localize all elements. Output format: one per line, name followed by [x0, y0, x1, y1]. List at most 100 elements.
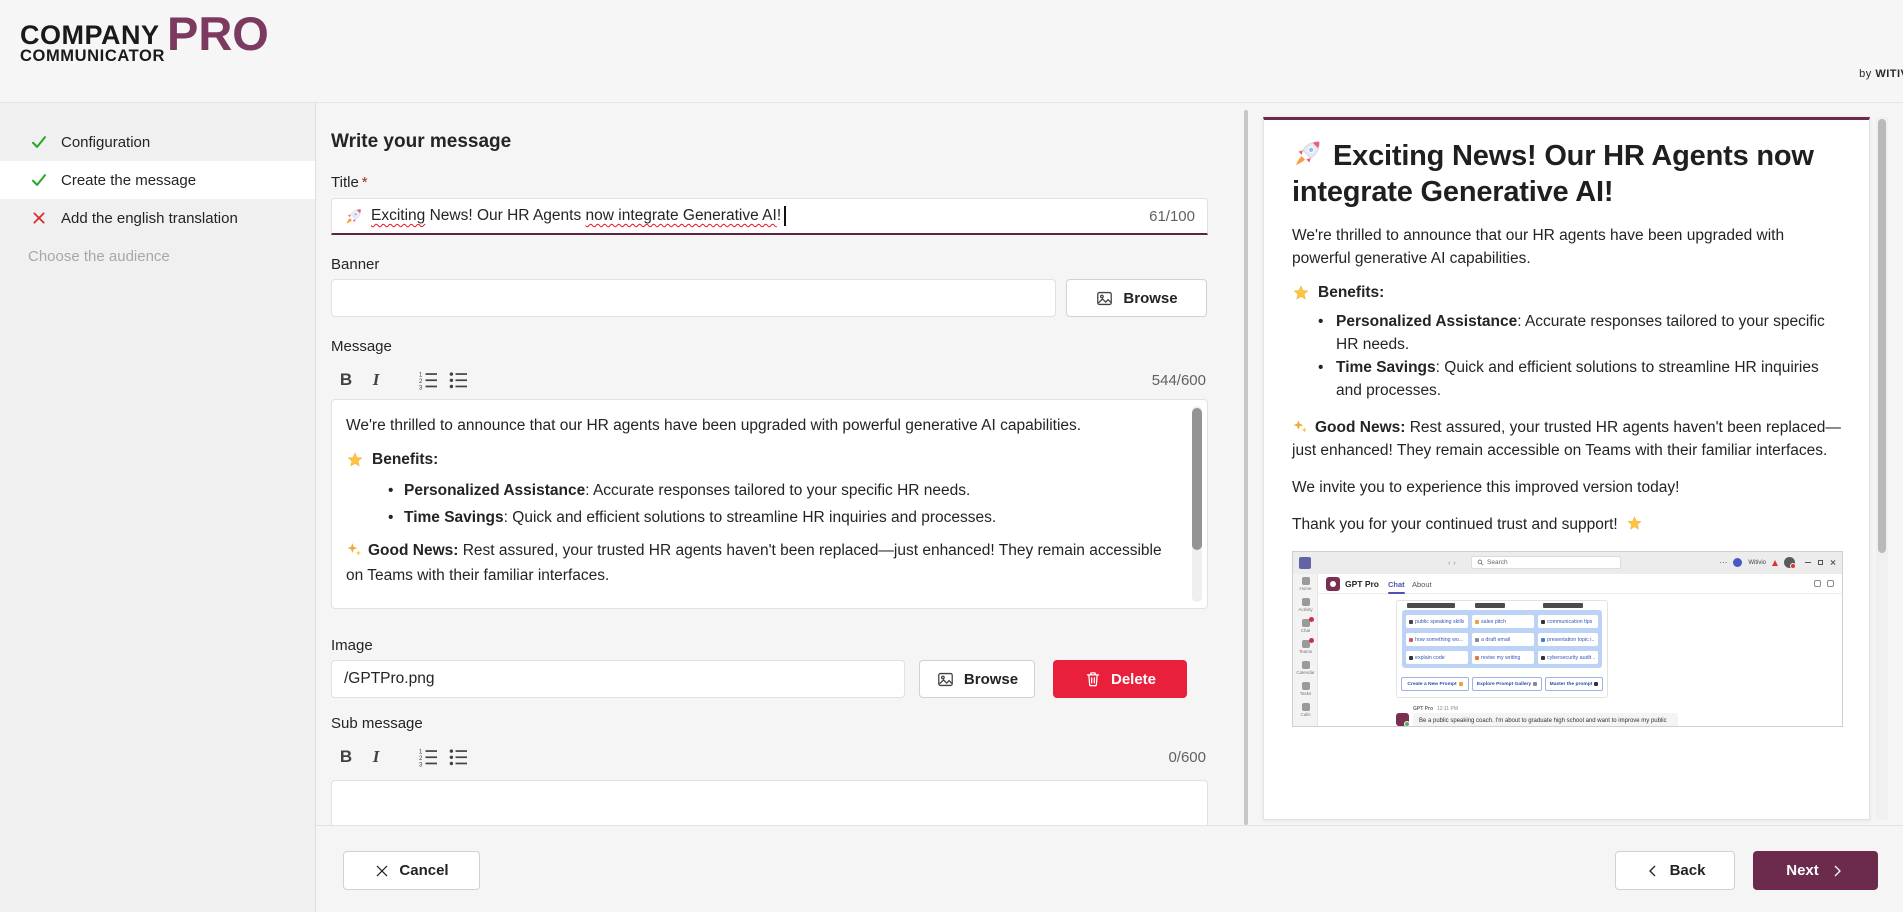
benefits-list: •Personalized Assistance: Accurate respo… — [388, 478, 1163, 530]
chip-icon — [1475, 638, 1479, 642]
chevron-right-icon — [1829, 863, 1845, 879]
glowing-star-emoji-icon — [1626, 515, 1643, 532]
footer-bar: Cancel Back Next — [316, 825, 1903, 912]
sidebar-item-label: Configuration — [61, 134, 150, 151]
italic-button[interactable]: I — [361, 742, 391, 772]
info-icon — [1827, 580, 1834, 587]
prompt-chip: presentation topic i... — [1538, 633, 1598, 646]
banner-label: Banner — [331, 256, 1208, 273]
notification-badge — [1309, 638, 1314, 643]
rail-item-calls: Calls — [1293, 700, 1318, 721]
sub-message-char-counter: 0/600 — [1168, 749, 1206, 766]
back-button[interactable]: Back — [1615, 851, 1735, 890]
chip-icon — [1541, 638, 1545, 642]
explore-prompt-gallery-chip: Explore Prompt Gallery — [1472, 677, 1542, 691]
image-browse-button[interactable]: Browse — [919, 660, 1035, 698]
logo-line2: COMMUNICATOR — [20, 48, 165, 65]
gpt-pro-avatar — [1396, 713, 1409, 726]
sub-message-editor[interactable] — [331, 780, 1208, 825]
benefits-heading: Benefits: — [346, 447, 1163, 472]
logo-line1: COMPANY — [20, 22, 165, 48]
goodnews-paragraph: Good News: Rest assured, your trusted HR… — [346, 538, 1163, 588]
check-icon — [28, 131, 50, 153]
preview-benefits-heading: Benefits: — [1292, 284, 1841, 302]
prompt-chip: public speaking skills — [1406, 615, 1468, 628]
chip-icon — [1409, 620, 1413, 624]
message-label: Message — [331, 338, 1208, 355]
close-icon — [374, 863, 390, 879]
title-input[interactable]: Exciting News! Our HR Agents now integra… — [331, 198, 1208, 235]
master-the-prompt-chip: Master the prompt — [1545, 677, 1603, 691]
teams-search-box: Search — [1471, 556, 1621, 569]
message-editor[interactable]: We're thrilled to announce that our HR a… — [331, 399, 1208, 609]
prompt-chip: cybersecurity audit ... — [1538, 651, 1598, 664]
cancel-button[interactable]: Cancel — [343, 851, 480, 890]
prompt-chip: explain code — [1406, 651, 1468, 664]
title-value: Exciting News! Our HR Agents now integra… — [371, 206, 786, 226]
glowing-star-emoji-icon — [1292, 284, 1310, 302]
teams-app-rail: Home Activity Chat Teams Calendar Tasks … — [1293, 574, 1318, 726]
message-scrollbar-thumb[interactable] — [1192, 408, 1202, 550]
teams-titlebar-right: ⋯ Witivio — [1719, 556, 1836, 569]
italic-button[interactable]: I — [361, 365, 391, 395]
sparkles-emoji-icon — [1292, 418, 1309, 435]
preview-paragraph: We're thrilled to announce that our HR a… — [1292, 224, 1841, 270]
sidebar-item-label: Choose the audience — [28, 248, 170, 265]
image-delete-button[interactable]: Delete — [1053, 660, 1187, 698]
bold-button[interactable]: B — [331, 742, 361, 772]
numbered-list-button[interactable]: 123 — [413, 365, 443, 395]
form-scrollbar[interactable] — [1244, 110, 1248, 825]
sidebar-item-english-translation[interactable]: Add the english translation — [0, 199, 315, 237]
message-form: Write your message Title* Exciting News!… — [331, 103, 1208, 825]
wizard-steps-sidebar: Configuration Create the message Add the… — [0, 103, 316, 912]
app-badge-icon — [1733, 558, 1742, 567]
logo-pro: PRO — [167, 12, 269, 56]
sidebar-item-configuration[interactable]: Configuration — [0, 123, 315, 161]
minimize-icon — [1805, 562, 1811, 563]
numbered-list-button[interactable]: 123 — [413, 742, 443, 772]
banner-browse-button[interactable]: Browse — [1066, 279, 1207, 317]
title-label: Title* — [331, 174, 1208, 191]
svg-text:2: 2 — [419, 379, 423, 385]
teams-logo-icon — [1299, 557, 1311, 569]
clipped-column-header — [1407, 603, 1455, 608]
text-cursor — [784, 206, 786, 226]
image-path-input[interactable]: /GPTPro.png — [331, 660, 905, 698]
header-icons — [1814, 580, 1834, 587]
nav-arrows-icon: ‹› — [1448, 560, 1459, 567]
image-icon — [1095, 289, 1114, 308]
svg-text:3: 3 — [419, 762, 423, 767]
company-communicator-pro-logo: COMPANY COMMUNICATOR PRO by WITIVIO — [20, 12, 1903, 65]
bullet-list-button[interactable] — [443, 742, 473, 772]
next-button[interactable]: Next — [1753, 851, 1878, 890]
gallery-icon — [1533, 682, 1537, 686]
app-header: COMPANY COMMUNICATOR PRO by WITIVIO — [0, 0, 1903, 103]
svg-text:1: 1 — [419, 750, 423, 756]
banner-input[interactable] — [331, 279, 1056, 317]
bullet-list-button[interactable] — [443, 365, 473, 395]
app-window: COMPANY COMMUNICATOR PRO by WITIVIO Conf… — [0, 0, 1903, 912]
message-char-counter: 544/600 — [1152, 372, 1206, 389]
close-icon — [1830, 560, 1836, 566]
error-x-icon — [28, 207, 50, 229]
chat-message-meta: GPT Pro12:11 PM — [1413, 706, 1458, 712]
sidebar-item-create-message[interactable]: Create the message — [0, 161, 315, 199]
page-title: Write your message — [331, 131, 1208, 153]
window-controls — [1805, 560, 1836, 566]
image-icon — [936, 670, 955, 689]
preview-invite-paragraph: We invite you to experience this improve… — [1292, 476, 1841, 499]
rail-item-tasks: Tasks — [1293, 679, 1318, 700]
clipped-column-header — [1543, 603, 1583, 608]
chevron-left-icon — [1645, 863, 1661, 879]
preview-scrollbar-thumb[interactable] — [1878, 119, 1886, 553]
account-name: Witivio — [1748, 560, 1766, 566]
sidebar-item-label: Add the english translation — [61, 210, 238, 227]
svg-text:2: 2 — [419, 756, 423, 762]
sidebar-item-choose-audience[interactable]: Choose the audience — [0, 237, 315, 275]
bold-button[interactable]: B — [331, 365, 361, 395]
title-char-counter: 61/100 — [1149, 199, 1195, 233]
preview-scrollbar-track[interactable] — [1876, 117, 1888, 820]
prompt-chip: a draft email — [1472, 633, 1534, 646]
required-asterisk: * — [362, 174, 368, 191]
tasks-icon — [1302, 682, 1310, 690]
